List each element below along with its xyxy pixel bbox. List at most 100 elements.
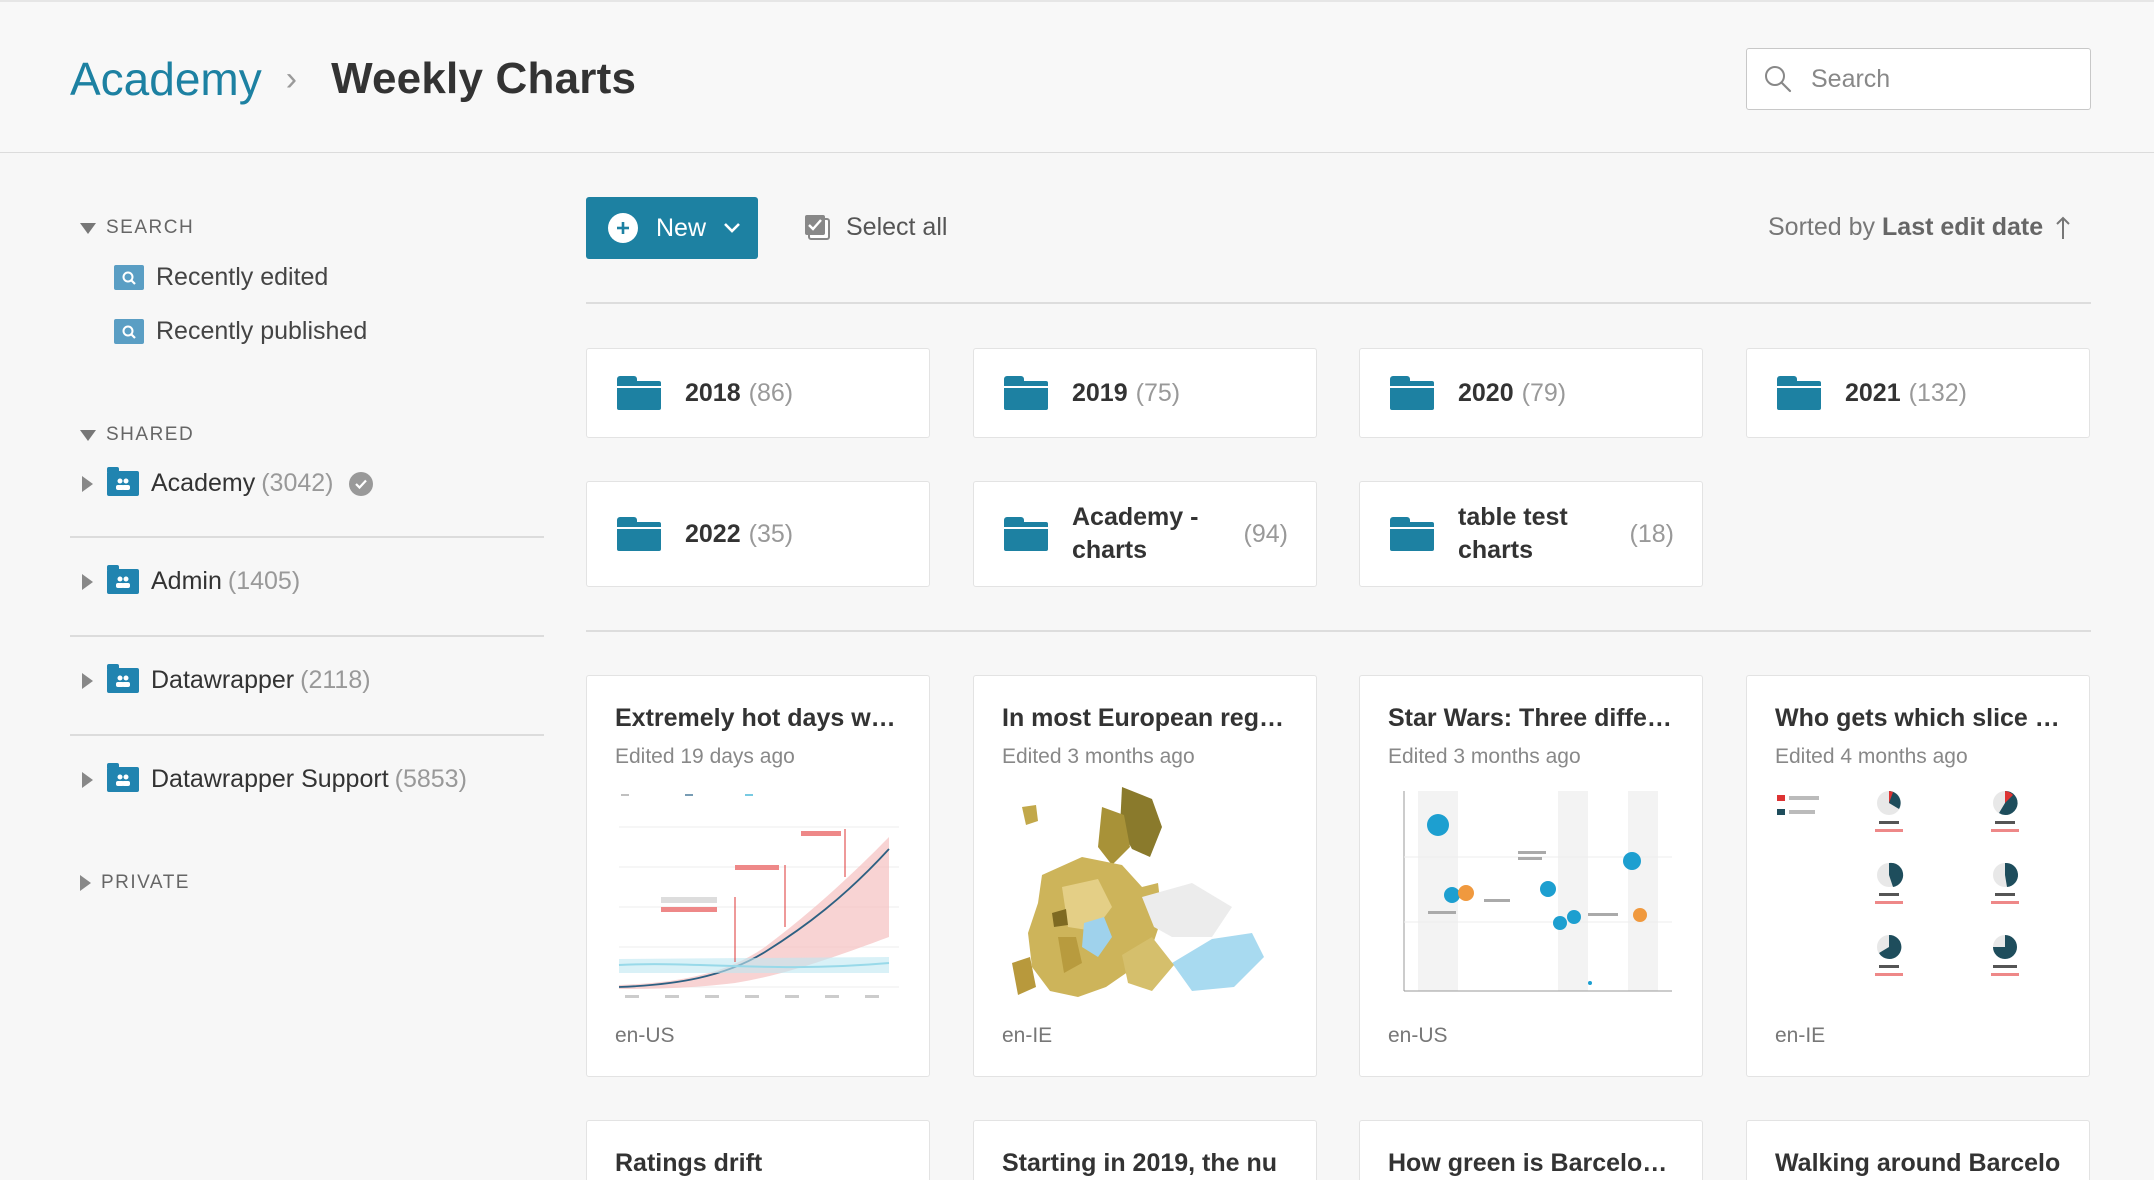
folder-count: (35) [748,519,794,548]
sidebar-divider [70,635,544,637]
chart-edited: Edited 4 months ago [1775,745,1968,768]
chart-thumbnail [615,787,903,1007]
shared-section-toggle[interactable]: SHARED [80,424,194,446]
private-section-toggle[interactable]: PRIVATE [80,872,190,894]
folder-icon [1390,517,1434,551]
select-all-label: Select all [846,212,948,241]
chart-card[interactable]: Walking around Barcelo [1746,1120,2090,1180]
chart-title: How green is Barcelona? [1388,1149,1674,1177]
caret-right-icon[interactable] [82,771,93,788]
folder-name: 2019 [1072,378,1128,407]
breadcrumb-root-link[interactable]: Academy [70,52,262,106]
folder-count: (18) [1629,519,1674,548]
caret-right-icon[interactable] [82,475,93,492]
breadcrumb-separator: › [285,59,298,98]
arrow-up-icon [2056,216,2070,239]
sidebar-item-academy[interactable]: Academy (3042) [82,467,374,498]
folder-name: 2022 [685,519,741,548]
team-folder-icon [107,467,139,496]
folder-card-2019[interactable]: 2019 (75) [973,348,1317,438]
folder-count: (94) [1243,519,1288,548]
chart-edited: Edited 3 months ago [1002,745,1195,768]
caret-down-icon [80,222,96,234]
chart-thumbnail [1775,787,2063,1007]
folder-card-academy-charts[interactable]: Academy - charts (94) [973,481,1317,587]
caret-right-icon [80,875,91,891]
folder-card-2021[interactable]: 2021 (132) [1746,348,2090,438]
folder-count: (79) [1521,378,1567,407]
chart-locale: en-IE [1002,1024,1053,1047]
sidebar-item-datawrapper[interactable]: Datawrapper (2118) [82,664,371,695]
check-circle-icon [349,471,374,496]
sidebar-item-admin[interactable]: Admin (1405) [82,565,301,596]
chart-card[interactable]: Star Wars: Three differe… Edited 3 month… [1359,675,1703,1077]
chart-card[interactable]: Extremely hot days will … Edited 19 days… [586,675,930,1077]
chart-thumbnail [1002,787,1290,1007]
sort-control[interactable]: Sorted by Last edit date [1768,213,2073,242]
chart-title: Extremely hot days will … [615,704,901,732]
chart-locale: en-US [1388,1024,1448,1047]
folder-icon [1004,376,1048,410]
search-folder-icon [114,265,144,290]
chevron-down-icon [724,223,740,233]
top-header: Academy › Weekly Charts [0,0,2154,153]
search-folder-icon [114,319,144,344]
sidebar-divider [70,734,544,736]
sidebar-item-label: Recently published [156,317,368,345]
folder-name: Academy - charts [1072,503,1199,564]
folder-card-2018[interactable]: 2018 (86) [586,348,930,438]
caret-down-icon [80,429,96,441]
folder-count: (86) [748,378,794,407]
search-section-toggle[interactable]: SEARCH [80,217,194,239]
sidebar-item-recently-published[interactable]: Recently published [114,317,367,346]
chart-edited: Edited 19 days ago [615,745,795,768]
caret-right-icon[interactable] [82,672,93,689]
sidebar-item-recently-edited[interactable]: Recently edited [114,263,328,292]
checkbox-icon [805,215,830,240]
team-folder-icon [107,664,139,693]
sidebar-item-label: Datawrapper Support [151,765,389,793]
chart-title: Walking around Barcelo [1775,1149,2061,1177]
chart-card[interactable]: How green is Barcelona? [1359,1120,1703,1180]
toolbar-divider [586,302,2091,304]
chart-title: In most European regio… [1002,704,1288,732]
chart-title: Ratings drift [615,1149,763,1177]
folder-card-2022[interactable]: 2022 (35) [586,481,930,587]
plus-circle-icon [608,213,638,243]
sort-field: Last edit date [1882,213,2044,241]
caret-right-icon[interactable] [82,573,93,590]
chart-title: Starting in 2019, the nu [1002,1149,1278,1177]
folder-card-2020[interactable]: 2020 (79) [1359,348,1703,438]
folder-icon [1390,376,1434,410]
new-button-label: New [656,213,707,242]
search-box[interactable] [1746,48,2091,110]
folder-icon [1777,376,1821,410]
chart-thumbnail [1388,787,1676,1007]
folder-name: table test charts [1458,503,1568,564]
chart-card[interactable]: Who gets which slice of… Edited 4 months… [1746,675,2090,1077]
chart-edited: Edited 3 months ago [1388,745,1581,768]
private-section-heading: PRIVATE [101,872,190,893]
search-icon [1765,66,1792,93]
folder-count: (75) [1135,378,1181,407]
sidebar-item-count: (2118) [300,666,371,694]
page-title: Weekly Charts [331,54,637,103]
search-input[interactable] [1811,64,2071,94]
folder-name: 2018 [685,378,741,407]
select-all-button[interactable]: Select all [802,212,947,242]
team-folder-icon [107,763,139,792]
sidebar-item-label: Datawrapper [151,666,295,694]
chart-card[interactable]: In most European regio… Edited 3 months … [973,675,1317,1077]
sidebar-item-datawrapper-support[interactable]: Datawrapper Support (5853) [82,763,467,794]
chart-card[interactable]: Starting in 2019, the nu [973,1120,1317,1180]
chart-locale: en-IE [1775,1024,1826,1047]
folders-divider [586,630,2091,632]
sidebar-item-label: Recently edited [156,263,329,291]
chart-card[interactable]: Ratings drift [586,1120,930,1180]
folder-icon [1004,517,1048,551]
new-button[interactable]: New [586,197,758,259]
breadcrumb: Academy › Weekly Charts [70,52,636,106]
folder-count: (132) [1908,378,1967,407]
sidebar-item-count: (1405) [227,567,301,595]
folder-card-table-test-charts[interactable]: table test charts (18) [1359,481,1703,587]
